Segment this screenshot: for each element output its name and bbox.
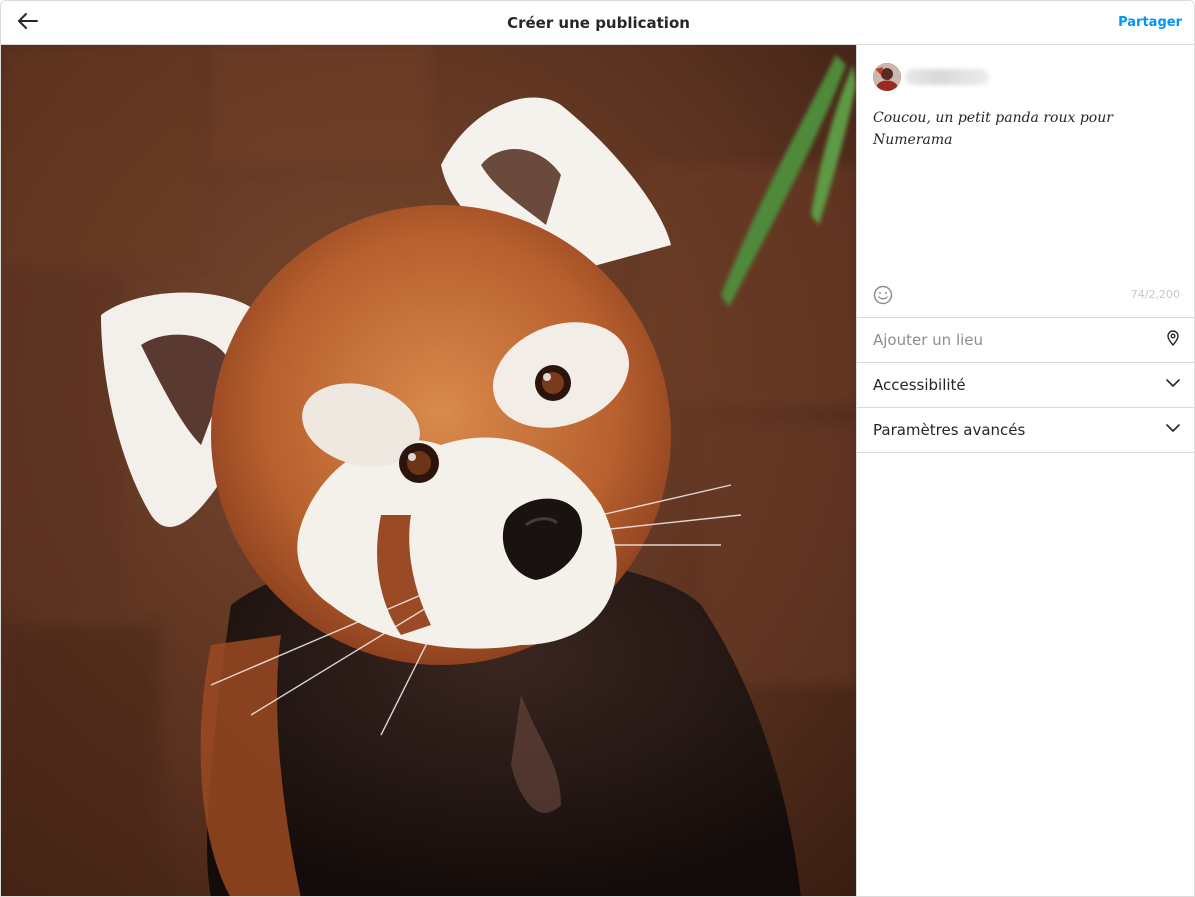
dialog-header: Créer une publication Partager xyxy=(1,1,1194,45)
accessibility-label: Accessibilité xyxy=(873,376,966,394)
dialog-title: Créer une publication xyxy=(507,14,690,32)
post-details-panel: Coucou, un petit panda roux pour Numeram… xyxy=(856,45,1194,896)
share-button[interactable]: Partager xyxy=(1118,1,1182,45)
advanced-settings-row[interactable]: Paramètres avancés xyxy=(857,407,1194,453)
post-photo xyxy=(1,45,856,896)
chevron-down-icon xyxy=(1165,375,1181,395)
post-author xyxy=(873,63,989,91)
back-button[interactable] xyxy=(11,7,45,39)
create-post-dialog: Créer une publication Partager Coucou, u… xyxy=(0,0,1195,897)
add-location-row xyxy=(857,317,1194,362)
username-redacted xyxy=(905,69,989,85)
emoji-button[interactable] xyxy=(873,285,893,305)
chevron-down-icon xyxy=(1165,420,1181,440)
character-count: 74/2,200 xyxy=(1130,288,1180,301)
location-pin-icon xyxy=(1165,330,1181,350)
advanced-settings-label: Paramètres avancés xyxy=(873,421,1026,439)
smiley-icon xyxy=(873,285,893,309)
location-input[interactable] xyxy=(873,331,1133,349)
accessibility-row[interactable]: Accessibilité xyxy=(857,362,1194,407)
caption-text: Coucou, un petit panda roux pour Numeram… xyxy=(873,110,1113,148)
avatar xyxy=(873,63,901,91)
arrow-left-icon xyxy=(16,9,40,37)
